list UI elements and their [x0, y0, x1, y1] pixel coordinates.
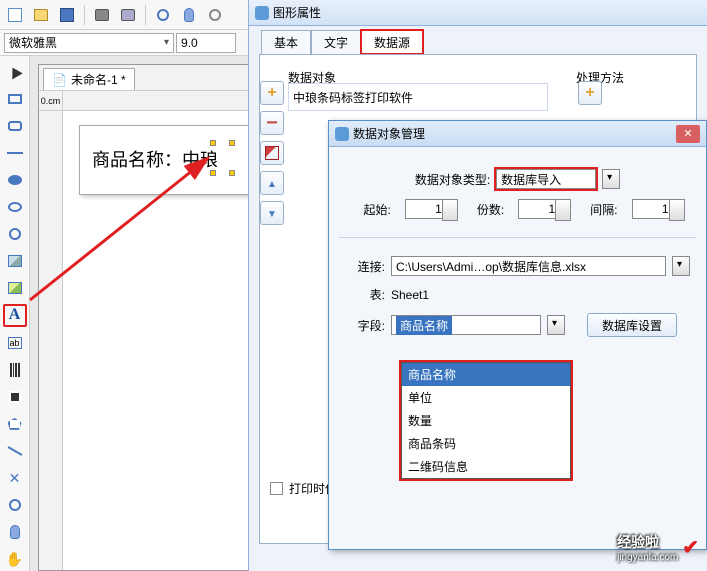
field-label: 字段:: [345, 317, 385, 334]
field-option[interactable]: 数量: [402, 409, 570, 432]
connection-select[interactable]: C:\Users\Admi…op\数据库信息.xlsx: [391, 256, 666, 276]
dlg-title: 数据对象管理: [353, 125, 425, 142]
type-value-box: 数据库导入: [496, 169, 596, 189]
tab-text[interactable]: 文字: [311, 30, 361, 54]
data-obj-value: 中琅条码标签打印软件: [293, 89, 413, 106]
db-settings-button[interactable]: 数据库设置: [587, 313, 677, 337]
prop-tabs: 基本 文字 数据源: [249, 26, 707, 54]
settings-button[interactable]: [204, 4, 226, 26]
rounded-rect-tool[interactable]: [3, 114, 27, 137]
selection-handle[interactable]: [210, 140, 216, 146]
new-file-button[interactable]: [4, 4, 26, 26]
circle-tool[interactable]: [3, 223, 27, 246]
print-save-checkbox[interactable]: [270, 482, 283, 495]
conn-label: 连接:: [345, 258, 385, 275]
font-size-value: 9.0: [181, 36, 198, 50]
remove-data-obj-button[interactable]: −: [260, 111, 284, 135]
add-method-button[interactable]: +: [578, 81, 602, 105]
text-object[interactable]: 商品名称：中琅: [92, 146, 218, 172]
database-button[interactable]: [178, 4, 200, 26]
open-file-button[interactable]: [30, 4, 52, 26]
save-file-button[interactable]: [56, 4, 78, 26]
tab-datasource[interactable]: 数据源: [361, 30, 423, 54]
table-value: Sheet1: [391, 288, 429, 302]
add-data-obj-button[interactable]: +: [260, 81, 284, 105]
watermark-check-icon: ✔: [682, 535, 699, 560]
field-value: 商品名称: [396, 316, 452, 335]
pointer-tool[interactable]: [3, 60, 27, 83]
filled-oval-tool[interactable]: [3, 168, 27, 191]
edit-data-obj-button[interactable]: [260, 141, 284, 165]
print-button[interactable]: [91, 4, 113, 26]
watermark: 经验啦 jingyanla.com ✔: [617, 532, 699, 563]
oval-tool[interactable]: [3, 195, 27, 218]
label-page: 商品名称：中琅: [79, 125, 259, 195]
data-object-management-dialog: 数据对象管理 ✕ 数据对象类型: 数据库导入 起始: 1 份数: 1 间隔: 1…: [328, 120, 707, 550]
hand-tool[interactable]: ✋: [3, 548, 27, 571]
interval-label: 间隔:: [590, 201, 617, 218]
image-tool[interactable]: [3, 250, 27, 273]
panel-icon: [255, 6, 269, 20]
zoom-tool[interactable]: [3, 494, 27, 517]
picture-tool[interactable]: [3, 277, 27, 300]
print-preview-button[interactable]: [117, 4, 139, 26]
connection-value: C:\Users\Admi…op\数据库信息.xlsx: [396, 258, 586, 275]
dlg-title-bar[interactable]: 数据对象管理 ✕: [329, 121, 706, 147]
tab-basic[interactable]: 基本: [261, 30, 311, 54]
interval-spinner[interactable]: 1: [632, 199, 672, 219]
method-button-col: +: [578, 81, 602, 105]
dlg-icon: [335, 127, 349, 141]
field-option[interactable]: 商品条码: [402, 432, 570, 455]
line-tool[interactable]: [3, 141, 27, 164]
table-label: 表:: [345, 286, 385, 303]
watermark-url: jingyanla.com: [617, 552, 678, 563]
font-size-select[interactable]: 9.0: [176, 33, 236, 53]
ruler-corner: 0.cm: [39, 91, 63, 111]
field-select[interactable]: 商品名称: [391, 315, 541, 335]
field-option[interactable]: 单位: [402, 386, 570, 409]
font-family-select[interactable]: 微软雅黑: [4, 33, 174, 53]
data-obj-button-col: + −: [260, 81, 284, 225]
field-option[interactable]: 商品名称: [402, 363, 570, 386]
selection-handle[interactable]: [229, 170, 235, 176]
text-tool[interactable]: A: [3, 304, 27, 327]
move-down-button[interactable]: [260, 201, 284, 225]
watermark-text: 经验啦: [617, 534, 659, 550]
barcode-tool[interactable]: [3, 358, 27, 381]
document-tab-title: 未命名-1 *: [71, 71, 126, 88]
count-label: 份数:: [477, 201, 504, 218]
count-spinner[interactable]: 1: [518, 199, 558, 219]
field-option[interactable]: 二维码信息: [402, 455, 570, 478]
type-value: 数据库导入: [501, 171, 561, 188]
qrcode-tool[interactable]: [3, 385, 27, 408]
doc-icon: 📄: [52, 73, 67, 87]
side-toolbox: A ab ✕ ✋: [0, 56, 30, 571]
prop-panel-title: 图形属性: [273, 4, 321, 21]
document-tab[interactable]: 📄 未命名-1 *: [43, 68, 135, 90]
field-dropdown-button[interactable]: [547, 315, 565, 335]
polygon-tool[interactable]: [3, 412, 27, 435]
selection-handle[interactable]: [229, 140, 235, 146]
font-family-value: 微软雅黑: [9, 34, 57, 51]
close-x-tool[interactable]: ✕: [3, 467, 27, 490]
start-label: 起始:: [363, 201, 390, 218]
dlg-close-button[interactable]: ✕: [676, 125, 700, 143]
db-tool[interactable]: [3, 521, 27, 544]
move-up-button[interactable]: [260, 171, 284, 195]
connection-dropdown-button[interactable]: [672, 256, 690, 276]
data-obj-listbox[interactable]: 中琅条码标签打印软件: [288, 83, 548, 111]
line2-tool[interactable]: [3, 439, 27, 462]
type-label: 数据对象类型:: [415, 171, 490, 188]
start-spinner[interactable]: 1: [405, 199, 445, 219]
prop-panel-title-bar: 图形属性: [249, 0, 707, 26]
selection-handle[interactable]: [210, 170, 216, 176]
field-dropdown-list: 商品名称 单位 数量 商品条码 二维码信息: [401, 362, 571, 479]
rectangle-tool[interactable]: [3, 87, 27, 110]
ruler-vertical: [39, 111, 63, 570]
type-dropdown-button[interactable]: [602, 169, 620, 189]
rich-text-tool[interactable]: ab: [3, 331, 27, 354]
zoom-button[interactable]: [152, 4, 174, 26]
